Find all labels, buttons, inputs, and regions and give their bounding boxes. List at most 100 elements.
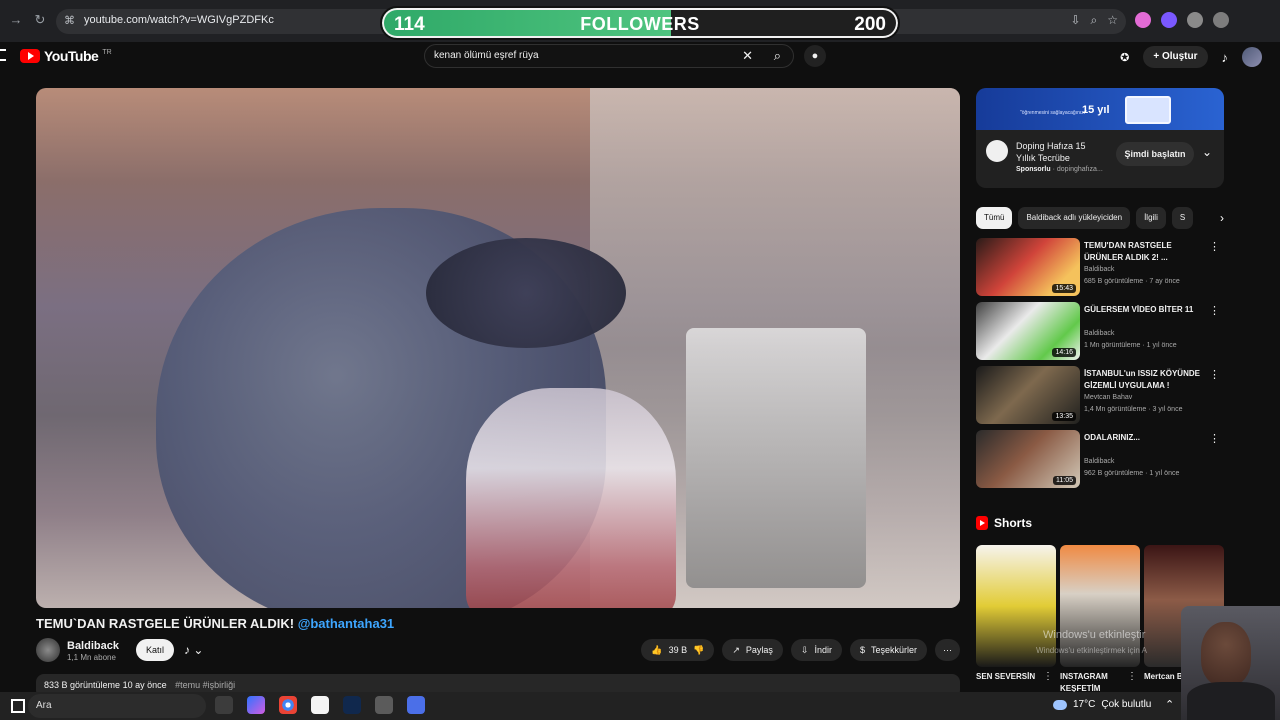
thanks-button[interactable]: $ Teşekkürler: [849, 639, 927, 661]
more-options-icon[interactable]: ⋮: [1209, 432, 1220, 445]
account-avatar[interactable]: [1242, 47, 1262, 67]
download-button[interactable]: ⇩ İndir: [790, 639, 842, 661]
join-button[interactable]: Katıl: [136, 639, 174, 661]
chip-related[interactable]: İlgili: [1136, 207, 1166, 229]
recommendation-meta: 1,4 Mn görüntüleme · 3 yıl önce: [1084, 406, 1183, 413]
recommendation-item[interactable]: 15:43 TEMU'DAN RASTGELE ÜRÜNLER ALDIK 2!…: [976, 238, 1224, 298]
more-options-icon[interactable]: ⋮: [1209, 368, 1220, 381]
site-info-icon[interactable]: ⌘: [64, 14, 78, 28]
more-options-icon[interactable]: ⋮: [1127, 671, 1137, 682]
steam-icon[interactable]: [343, 696, 361, 714]
recommendation-channel[interactable]: Baldiback: [1084, 330, 1114, 337]
extension-icon[interactable]: [1161, 12, 1177, 28]
webcam-body: [1187, 682, 1275, 720]
video-frame-person: [466, 388, 676, 608]
ad-banner-text: "öğrenmesini sağlayacağınızı": [1020, 110, 1087, 116]
reload-icon[interactable]: ↻: [32, 12, 48, 28]
logo-text: YouTube: [44, 48, 99, 64]
mention-link[interactable]: @bathantaha31: [298, 616, 394, 631]
description-meta: 833 B görüntüleme 10 ay önce #temu #işbi…: [44, 680, 236, 690]
recommendation-item[interactable]: 14:16 GÜLERSEM VİDEO BİTER 11 Baldiback …: [976, 302, 1224, 362]
video-thumbnail[interactable]: 14:16: [976, 302, 1080, 360]
install-icon[interactable]: ⇩: [1070, 13, 1080, 28]
ad-banner[interactable]: "öğrenmesini sağlayacağınızı" 15 yıl: [976, 88, 1224, 130]
share-button[interactable]: ↗ Paylaş: [722, 639, 783, 661]
obs-icon[interactable]: [375, 696, 393, 714]
system-tray-arrow-icon[interactable]: ⌃: [1165, 698, 1174, 711]
video-player[interactable]: [36, 88, 960, 608]
advertiser-logo: [986, 140, 1008, 162]
video-title: TEMU`DAN RASTGELE ÜRÜNLER ALDIK! @bathan…: [36, 616, 395, 631]
create-button[interactable]: + Oluştur: [1143, 46, 1208, 68]
cloud-icon: [1053, 699, 1067, 710]
clear-search-icon[interactable]: ✕: [742, 48, 753, 64]
chevron-down-icon[interactable]: ⌄: [1202, 145, 1212, 159]
zoom-icon[interactable]: ⌕: [1091, 13, 1098, 28]
more-options-icon[interactable]: ⋮: [1043, 671, 1053, 682]
recommendation-title[interactable]: ODALARINIZ...: [1084, 432, 1202, 444]
voice-search-icon[interactable]: ●: [804, 45, 826, 67]
task-view-icon[interactable]: [215, 696, 233, 714]
more-options-icon[interactable]: ⋮: [1209, 240, 1220, 253]
ad-cta-button[interactable]: Şimdi başlatın: [1116, 142, 1194, 166]
chrome-icon[interactable]: [279, 696, 297, 714]
search-query: kenan ölümü eşref rüya: [434, 50, 539, 61]
ad-screen-illustration: [1125, 96, 1171, 124]
discord-icon[interactable]: [407, 696, 425, 714]
extension-icon[interactable]: [1135, 12, 1151, 28]
sponsored-ad[interactable]: "öğrenmesini sağlayacağınızı" 15 yıl Dop…: [976, 88, 1224, 188]
recommendation-channel[interactable]: Mevtcan Bahav: [1084, 394, 1132, 401]
shorts-title: Shorts: [994, 516, 1033, 530]
share-icon: ↗: [732, 644, 740, 655]
video-frame-face: [426, 238, 626, 348]
more-options-icon[interactable]: ⋮: [1209, 304, 1220, 317]
forward-icon[interactable]: →: [8, 12, 24, 28]
search-box[interactable]: kenan ölümü eşref rüya ✕ ⌕: [424, 44, 794, 68]
video-actions: 👍 39 B 👎 ↗ Paylaş ⇩ İndir $ Teşekkürler ⋯: [641, 639, 960, 661]
taskbar-search[interactable]: Ara: [28, 694, 206, 718]
cast-icon[interactable]: ✪: [1120, 51, 1129, 64]
play-logo-icon: [20, 49, 40, 63]
thumbs-down-icon[interactable]: 👎: [693, 645, 704, 656]
chip-more[interactable]: S: [1171, 207, 1194, 229]
menu-icon[interactable]: [0, 49, 6, 61]
weather-widget[interactable]: 17°C Çok bulutlu: [1053, 699, 1151, 710]
recommendation-meta: 1 Mn görüntüleme · 1 yıl önce: [1084, 342, 1177, 349]
video-thumbnail[interactable]: 13:35: [976, 366, 1080, 424]
ad-title[interactable]: Doping Hafıza 15 Yıllık Tecrübe: [1016, 140, 1100, 164]
recommendation-item[interactable]: 13:35 İSTANBUL'un ISSIZ KÖYÜNDE GİZEMLİ …: [976, 366, 1224, 426]
url-text: youtube.com/watch?v=WGIVgPZDFKc: [84, 14, 274, 26]
chevron-right-icon[interactable]: ›: [1220, 211, 1224, 225]
recommendation-title[interactable]: GÜLERSEM VİDEO BİTER 11: [1084, 304, 1202, 316]
profile-icon[interactable]: [1213, 12, 1229, 28]
video-thumbnail[interactable]: 11:05: [976, 430, 1080, 488]
recommendation-chips: Tümü Baldiback adlı yükleyiciden İlgili …: [976, 207, 1224, 229]
recommendation-item[interactable]: 11:05 ODALARINIZ... Baldiback 962 B görü…: [976, 430, 1224, 490]
more-actions-icon[interactable]: ⋯: [935, 639, 960, 661]
video-thumbnail[interactable]: 15:43: [976, 238, 1080, 296]
windows-start-icon[interactable]: [11, 699, 25, 713]
youtube-logo[interactable]: YouTube TR: [20, 48, 112, 64]
recommendation-meta: 685 B görüntüleme · 7 ay önce: [1084, 278, 1180, 285]
video-frame-machine: [686, 328, 866, 588]
recommendation-meta: 962 B görüntüleme · 1 yıl önce: [1084, 470, 1180, 477]
channel-name[interactable]: Baldiback: [67, 640, 119, 652]
recommendation-title[interactable]: İSTANBUL'un ISSIZ KÖYÜNDE GİZEMLİ UYGULA…: [1084, 368, 1202, 392]
header-actions: ✪ + Oluştur ♪: [1120, 46, 1262, 68]
bookmark-star-icon[interactable]: ☆: [1107, 13, 1118, 28]
file-explorer-icon[interactable]: [311, 696, 329, 714]
recommendation-channel[interactable]: Baldiback: [1084, 266, 1114, 273]
puzzle-icon[interactable]: [1187, 12, 1203, 28]
recommendation-channel[interactable]: Baldiback: [1084, 458, 1114, 465]
notifications-icon[interactable]: ♪: [1222, 50, 1229, 65]
taskbar-apps: [215, 696, 425, 714]
chip-uploader[interactable]: Baldiback adlı yükleyiciden: [1018, 207, 1131, 229]
recommendation-title[interactable]: TEMU'DAN RASTGELE ÜRÜNLER ALDIK 2! ...: [1084, 240, 1202, 264]
taskbar-search-label: Ara: [36, 700, 52, 711]
search-icon[interactable]: ⌕: [774, 48, 781, 64]
chip-all[interactable]: Tümü: [976, 207, 1013, 229]
like-button[interactable]: 👍 39 B 👎: [641, 639, 715, 661]
copilot-icon[interactable]: [247, 696, 265, 714]
notification-bell-icon[interactable]: ♪ ⌄: [184, 643, 203, 657]
channel-avatar[interactable]: [36, 638, 60, 662]
